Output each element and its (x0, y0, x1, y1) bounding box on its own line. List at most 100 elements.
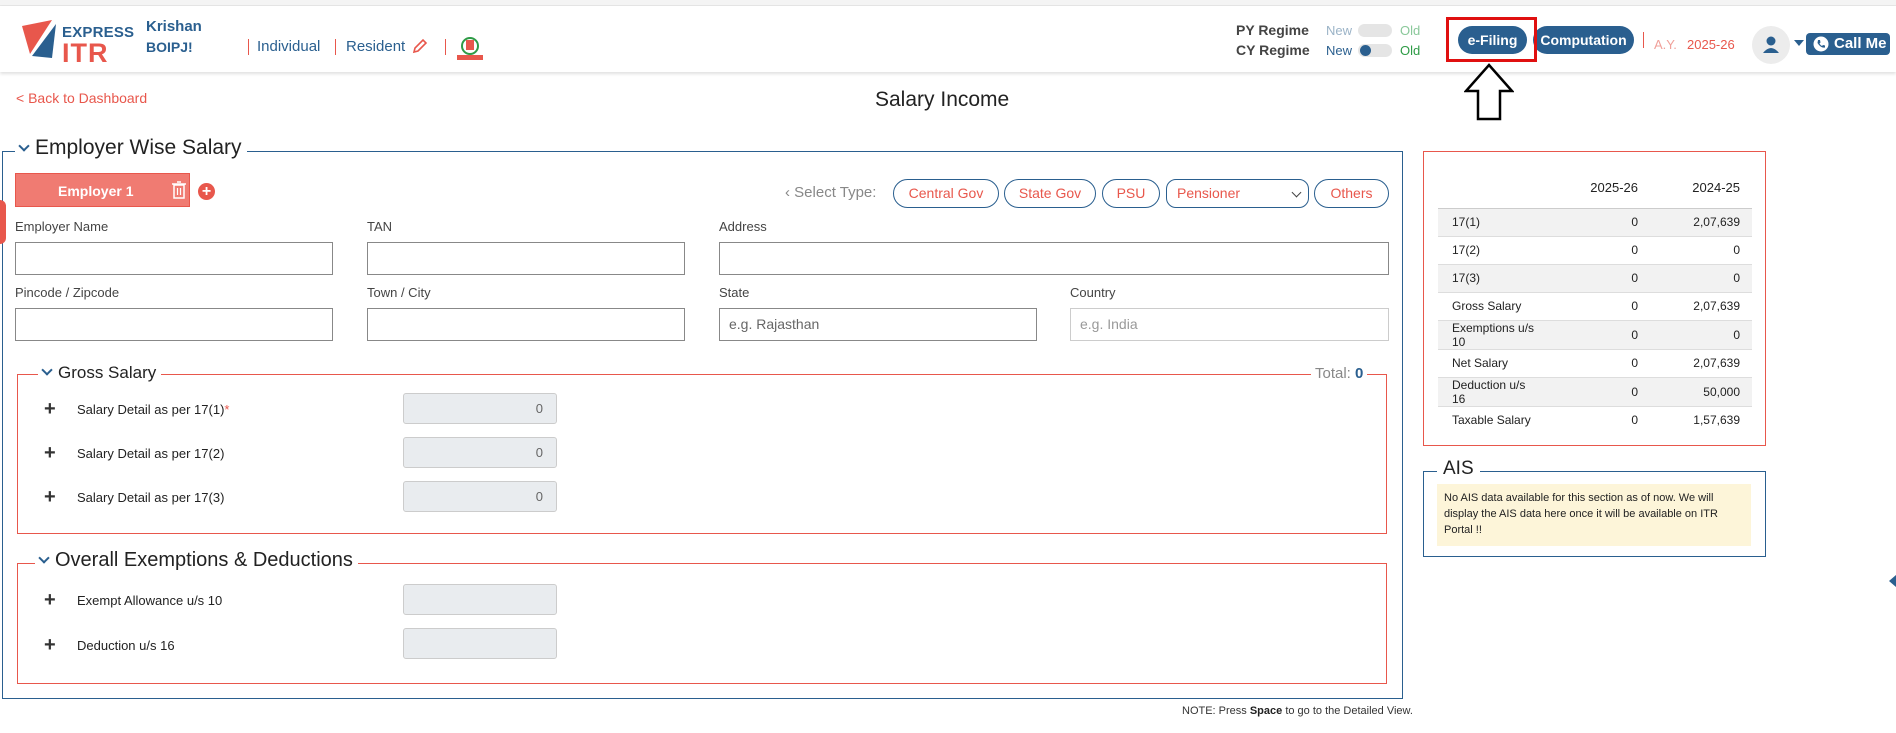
summary-row-label: Deduction u/s 16 (1438, 377, 1548, 407)
tan-field[interactable] (367, 242, 685, 275)
tan-label: TAN (367, 219, 393, 234)
logo-text-itr: ITR (62, 38, 109, 68)
expand-17-1-button[interactable]: + (44, 398, 56, 421)
salary-17-1-label: Salary Detail as per 17(1)* (77, 402, 229, 417)
express-itr-logo[interactable]: EXPRESS ITR (22, 18, 134, 68)
salary-17-3-amount[interactable]: 0 (403, 481, 557, 512)
salary-17-2-label: Salary Detail as per 17(2) (77, 446, 225, 461)
chevron-down-icon[interactable] (1794, 40, 1804, 46)
collapse-arrow-icon[interactable] (1889, 575, 1896, 587)
select-type-label: ‹ Select Type: (785, 184, 876, 201)
ais-message: No AIS data available for this section a… (1437, 484, 1751, 546)
type-others-button[interactable]: Others (1314, 179, 1389, 208)
gross-total-value: 0 (1355, 365, 1364, 382)
cy-old-label: Old (1400, 43, 1421, 58)
chevron-down-icon (41, 364, 53, 376)
pensioner-selected-value: Pensioner (1177, 185, 1241, 201)
address-field[interactable] (719, 242, 1389, 275)
country-field[interactable]: e.g. India (1070, 308, 1389, 341)
expand-17-3-button[interactable]: + (44, 486, 56, 509)
country-label: Country (1070, 285, 1116, 300)
detailed-view-note: NOTE: Press Space to go to the Detailed … (1182, 705, 1413, 717)
status-individual-link[interactable]: Individual (257, 38, 320, 55)
expand-exempt-allowance-button[interactable]: + (44, 589, 56, 612)
summary-row-label: Gross Salary (1438, 292, 1548, 321)
call-me-button[interactable]: Call Me (1806, 33, 1890, 55)
employer-name-field[interactable] (15, 242, 333, 275)
gross-salary-header[interactable]: Gross Salary (38, 363, 162, 383)
address-label: Address (719, 219, 767, 234)
summary-header-row: 2025-26 2024-25 (1438, 168, 1752, 209)
salary-17-2-amount[interactable]: 0 (403, 437, 557, 468)
summary-cell-previous: 0 (1650, 236, 1752, 265)
ay-value[interactable]: 2025-26 (1687, 37, 1735, 52)
summary-col-2024-25: 2024-25 (1650, 168, 1752, 209)
ais-title: AIS (1437, 458, 1480, 480)
call-me-label: Call Me (1834, 35, 1887, 52)
employer-1-tab[interactable]: Employer 1 (15, 173, 190, 207)
summary-cell-current: 0 (1548, 320, 1650, 350)
expand-17-2-button[interactable]: + (44, 442, 56, 465)
note-suffix: to go to the Detailed View. (1282, 705, 1413, 717)
cy-new-label: New (1326, 43, 1353, 58)
user-name: Krishan (146, 18, 202, 35)
deduction-16-amount[interactable] (403, 628, 557, 659)
py-regime-toggle (1358, 24, 1392, 37)
py-old-label: Old (1400, 23, 1421, 38)
py-new-label: New (1326, 23, 1353, 38)
employer-section-header[interactable]: Employer Wise Salary (15, 136, 247, 160)
summary-cell-previous: 50,000 (1650, 377, 1752, 407)
summary-cell-previous: 2,07,639 (1650, 292, 1752, 321)
summary-row-label: 17(1) (1438, 208, 1548, 237)
trash-icon[interactable] (171, 181, 187, 199)
note-prefix: NOTE: Press (1182, 705, 1250, 717)
select-type-text: Select Type: (794, 184, 877, 201)
exempt-allowance-amount[interactable] (403, 584, 557, 615)
add-employer-button[interactable]: + (198, 183, 215, 200)
summary-cell-previous: 2,07,639 (1650, 208, 1752, 237)
pensioner-select[interactable]: Pensioner (1166, 179, 1309, 208)
summary-cell-current: 0 (1548, 349, 1650, 378)
type-state-gov-button[interactable]: State Gov (1004, 179, 1096, 208)
employer-section-title: Employer Wise Salary (35, 136, 242, 159)
status-resident-link[interactable]: Resident (346, 38, 405, 55)
computation-button[interactable]: Computation (1533, 26, 1634, 54)
side-tab-handle[interactable] (0, 200, 6, 244)
user-icon (1763, 36, 1779, 53)
type-psu-button[interactable]: PSU (1102, 179, 1160, 208)
summary-blank-header (1438, 168, 1548, 209)
cy-regime-toggle[interactable] (1358, 44, 1392, 57)
expand-deduction-16-button[interactable]: + (44, 634, 56, 657)
summary-col-2025-26: 2025-26 (1548, 168, 1650, 209)
town-city-label: Town / City (367, 285, 431, 300)
summary-row-label: Taxable Salary (1452, 413, 1531, 428)
header-divider (1643, 32, 1644, 48)
py-regime-label: PY Regime (1236, 22, 1309, 38)
gross-total: Total: 0 (1311, 365, 1368, 382)
employer-tab-label: Employer 1 (58, 183, 134, 199)
header-divider (335, 39, 336, 55)
avatar[interactable] (1752, 26, 1790, 64)
back-to-dashboard-link[interactable]: < Back to Dashboard (16, 90, 147, 106)
table-row: Exemptions u/s 10 0 0 (1438, 320, 1752, 350)
summary-cell-current: 0 (1548, 236, 1650, 265)
exemptions-deductions-header[interactable]: Overall Exemptions & Deductions (35, 549, 358, 572)
summary-row-label: Net Salary (1438, 349, 1548, 378)
summary-row-label: 17(2) (1438, 236, 1548, 265)
table-row: Taxable Salary 0 1,57,639 (1438, 406, 1752, 434)
chevron-down-icon (38, 552, 50, 564)
state-field[interactable]: e.g. Rajasthan (719, 308, 1037, 341)
summary-cell-previous: 0 (1650, 320, 1752, 350)
pincode-field[interactable] (15, 308, 333, 341)
gross-salary-title: Gross Salary (58, 363, 157, 382)
pencil-edit-icon[interactable] (412, 38, 428, 54)
chevron-down-icon (18, 140, 30, 152)
salary-17-1-amount[interactable]: 0 (403, 393, 557, 424)
type-central-gov-button[interactable]: Central Gov (893, 179, 999, 208)
town-city-field[interactable] (367, 308, 685, 341)
summary-cell-previous: 2,07,639 (1650, 349, 1752, 378)
logo-mark-icon (22, 20, 56, 58)
summary-cell-current: 0 (1548, 292, 1650, 321)
summary-cell-current: 0 (1548, 208, 1650, 237)
ay-label: A.Y. (1654, 37, 1677, 52)
